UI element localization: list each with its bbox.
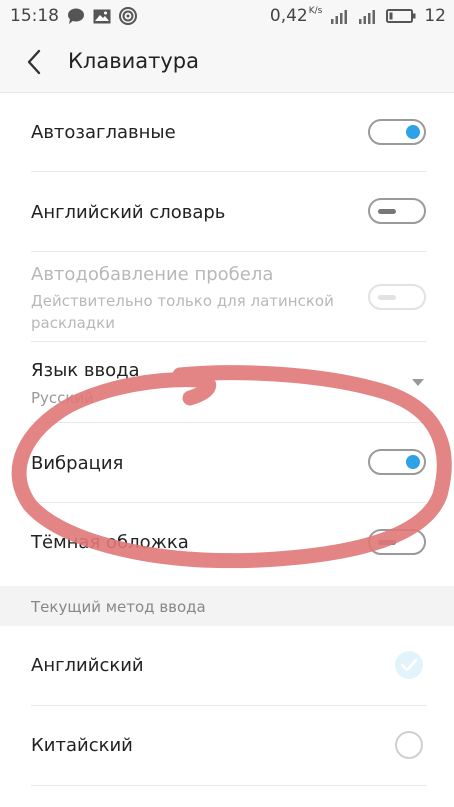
section-header-input-method: Текущий метод ввода bbox=[0, 586, 454, 626]
method-item-english-label: Английский bbox=[31, 655, 144, 676]
method-item-chinese-label: Китайский bbox=[31, 735, 133, 756]
auto-space-switch bbox=[368, 284, 426, 310]
back-button[interactable] bbox=[18, 46, 50, 78]
section-title: Текущий метод ввода bbox=[31, 598, 206, 616]
app-header: Клавиатура bbox=[0, 32, 454, 93]
screen: 15:18 0,42K/s 12 Клавиатура Автозаглавны… bbox=[0, 0, 454, 807]
battery-level: 12 bbox=[424, 6, 446, 26]
status-right: 0,42K/s 12 bbox=[270, 6, 446, 26]
dark-skin-switch[interactable] bbox=[368, 529, 426, 555]
network-speed-unit: K/s bbox=[308, 6, 323, 16]
setting-input-language[interactable]: Язык ввода Русский bbox=[0, 342, 454, 423]
status-left: 15:18 bbox=[10, 6, 137, 26]
method-chinese-radio[interactable] bbox=[395, 731, 423, 759]
switch-knob bbox=[378, 209, 396, 214]
setting-dark-skin-label: Тёмная обложка bbox=[31, 532, 189, 553]
switch-knob bbox=[378, 295, 396, 300]
divider bbox=[31, 785, 426, 786]
vibration-switch[interactable] bbox=[368, 449, 426, 475]
method-item-chinese[interactable]: Китайский bbox=[0, 706, 454, 786]
battery-icon bbox=[386, 8, 416, 24]
dropdown-arrow-icon bbox=[412, 379, 424, 386]
setting-input-language-value: Русский bbox=[31, 389, 94, 407]
setting-auto-space-sublabel: Действительно только для латинской раскл… bbox=[31, 292, 334, 332]
switch-knob bbox=[378, 540, 396, 545]
setting-auto-caps-label: Автозаглавные bbox=[31, 122, 176, 143]
switch-knob bbox=[406, 455, 420, 469]
checkmark-icon bbox=[401, 658, 417, 672]
chat-bubble-icon bbox=[67, 8, 85, 24]
setting-input-language-label: Язык ввода bbox=[31, 360, 140, 381]
status-time: 15:18 bbox=[10, 6, 59, 26]
english-dict-switch[interactable] bbox=[368, 198, 426, 224]
back-arrow-icon bbox=[27, 49, 41, 75]
image-icon bbox=[93, 9, 111, 24]
setting-vibration-label: Вибрация bbox=[31, 453, 124, 474]
setting-auto-space: Автодобавление пробела Действительно тол… bbox=[0, 252, 454, 342]
auto-caps-switch[interactable] bbox=[368, 119, 426, 145]
setting-dark-skin[interactable]: Тёмная обложка bbox=[0, 503, 454, 586]
status-bar: 15:18 0,42K/s 12 bbox=[0, 0, 454, 32]
network-speed: 0,42K/s bbox=[270, 6, 322, 26]
setting-english-dict[interactable]: Английский словарь bbox=[0, 172, 454, 252]
signal-icon-2 bbox=[358, 8, 378, 24]
setting-auto-space-label: Автодобавление пробела bbox=[31, 264, 274, 285]
setting-auto-caps[interactable]: Автозаглавные bbox=[0, 93, 454, 172]
setting-vibration[interactable]: Вибрация bbox=[0, 423, 454, 503]
signal-icon bbox=[330, 8, 350, 24]
setting-english-dict-label: Английский словарь bbox=[31, 202, 226, 223]
network-speed-value: 0,42 bbox=[269, 6, 308, 26]
method-item-english[interactable]: Английский bbox=[0, 626, 454, 706]
page-title: Клавиатура bbox=[68, 49, 199, 73]
method-english-radio[interactable] bbox=[395, 651, 423, 679]
switch-knob bbox=[406, 125, 420, 139]
hotspot-icon bbox=[119, 7, 137, 25]
